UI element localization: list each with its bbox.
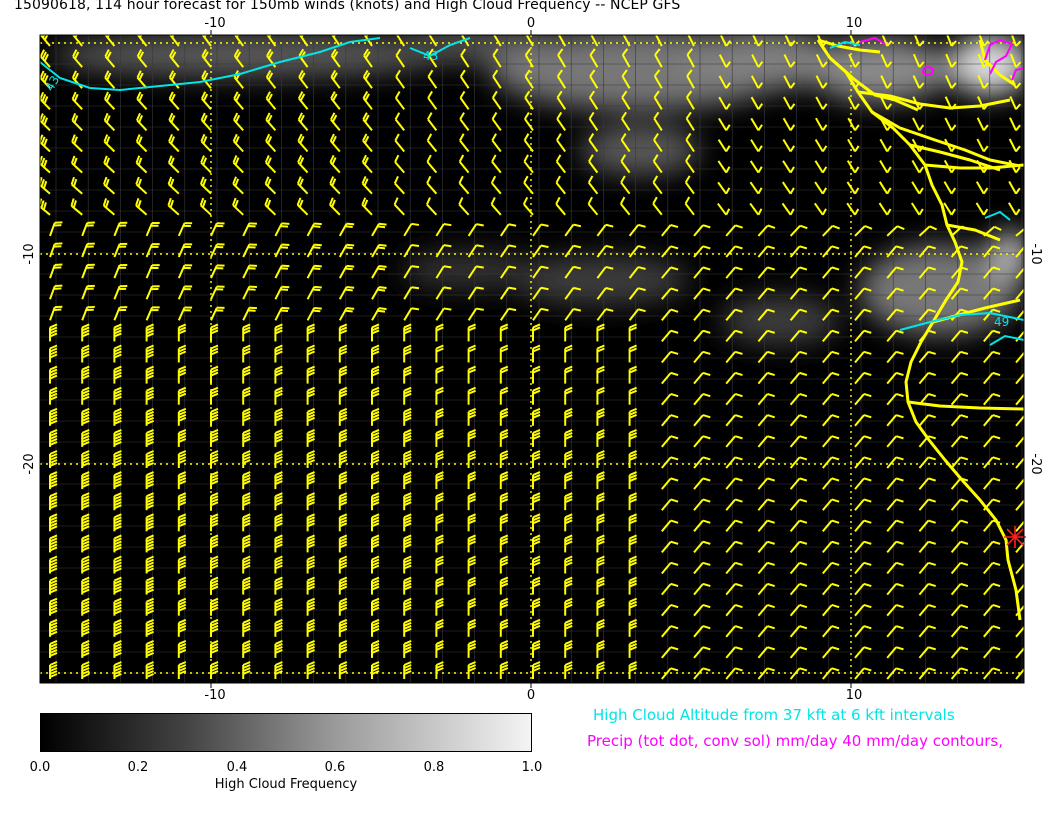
top-tick-label: 0	[527, 16, 535, 31]
left-tick-label: -20	[22, 453, 37, 474]
colorbar-gradient	[40, 713, 532, 752]
forecast-map: 43 43 49 -10 0 10 -10 0 10 -10 -20 -10 -…	[22, 16, 1043, 703]
top-tick-label: -10	[204, 16, 225, 31]
top-tick-label: 10	[846, 16, 863, 31]
left-tick-label: -10	[22, 243, 37, 264]
contour-label: 49	[994, 315, 1009, 329]
right-tick-label: -10	[1028, 243, 1043, 264]
colorbar-title: High Cloud Frequency	[214, 777, 358, 792]
contour-label: 43	[423, 49, 438, 63]
bottom-tick-label: 10	[846, 688, 863, 703]
red-asterisk-icon	[1004, 526, 1026, 548]
colorbar-label: 1.0	[521, 760, 543, 775]
colorbar-label: 0.6	[324, 760, 346, 775]
right-tick-label: -20	[1028, 453, 1043, 474]
colorbar-label: 0.0	[29, 760, 51, 775]
precip-legend: Precip (tot dot, conv sol) mm/day 40 mm/…	[587, 732, 1003, 750]
colorbar-label: 0.2	[127, 760, 149, 775]
bottom-tick-label: 0	[527, 688, 535, 703]
bottom-tick-label: -10	[204, 688, 225, 703]
colorbar-label: 0.8	[423, 760, 445, 775]
chart-title: 15090618, 114 hour forecast for 150mb wi…	[14, 0, 681, 13]
colorbar-label: 0.4	[226, 760, 248, 775]
cloud-altitude-legend: High Cloud Altitude from 37 kft at 6 kft…	[593, 706, 955, 724]
